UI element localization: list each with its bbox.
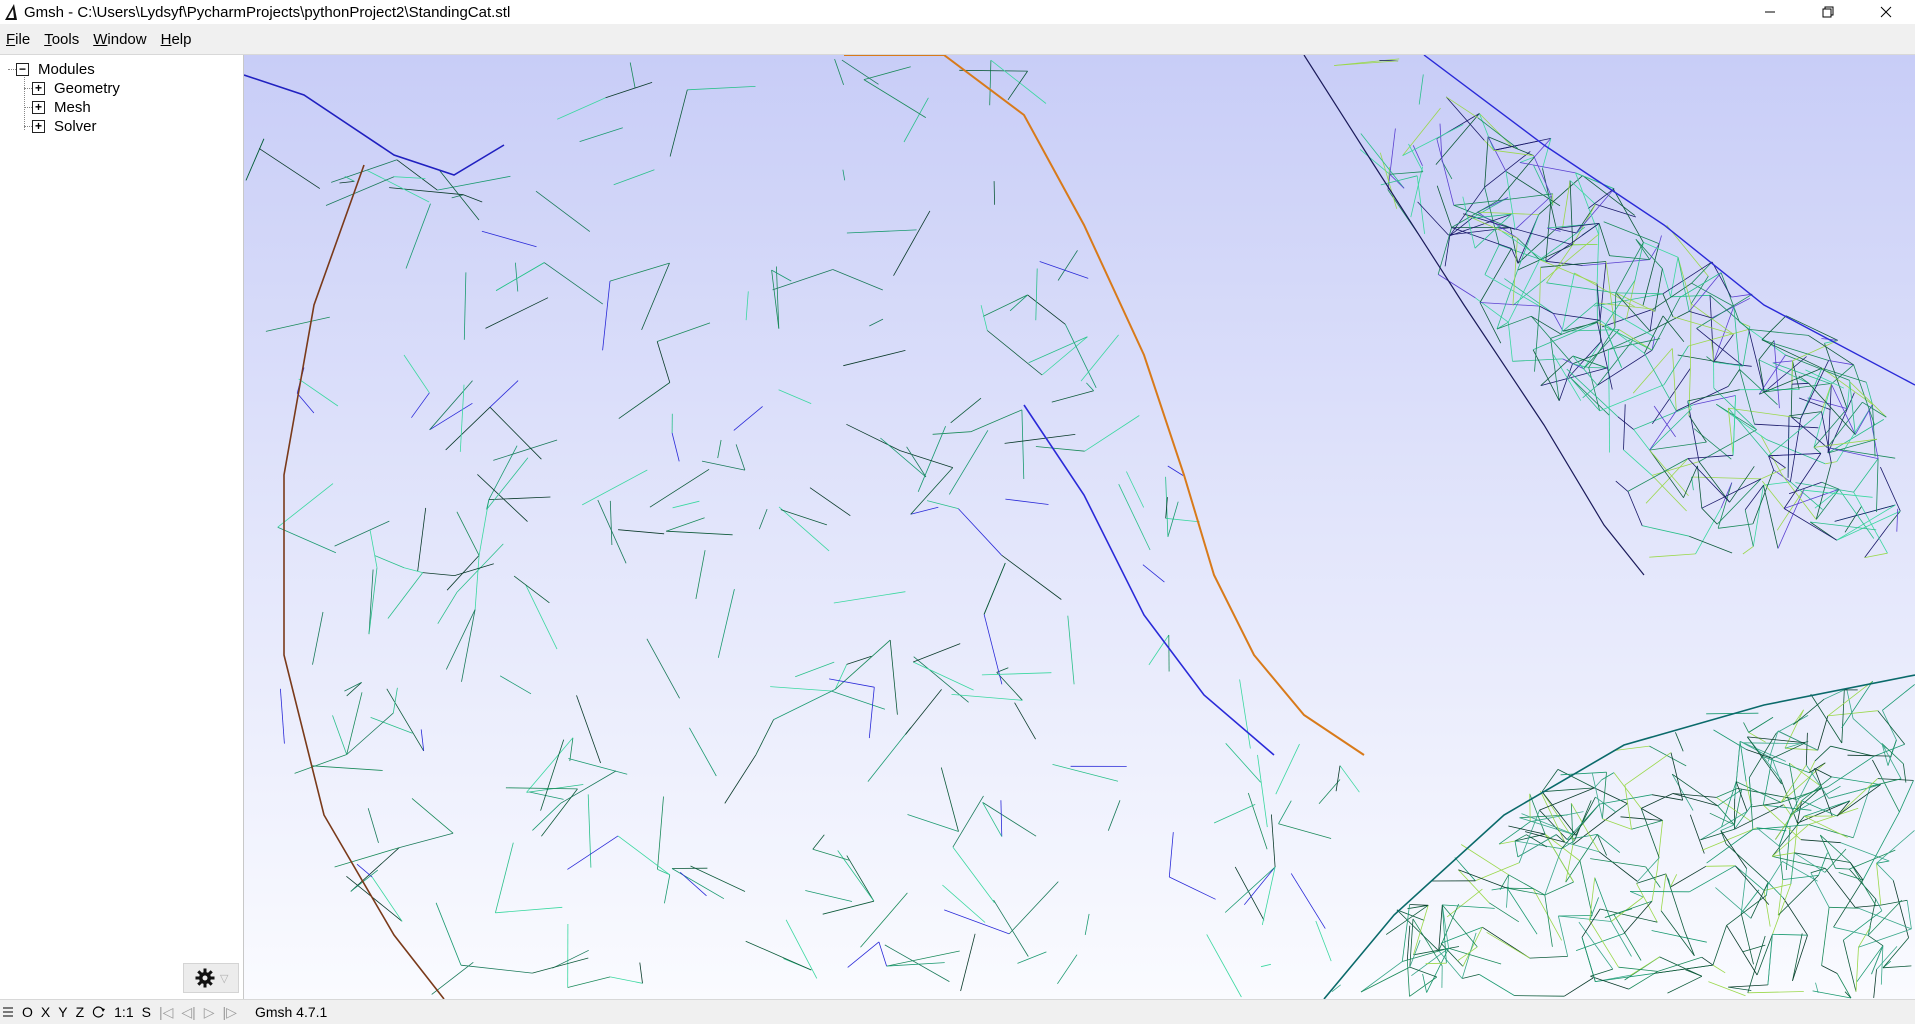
view-y-button[interactable]: Y xyxy=(54,1004,71,1020)
tree-item-label: Solver xyxy=(54,118,97,135)
tree-item-modules[interactable]: − Modules xyxy=(16,60,95,79)
view-origin-button[interactable]: O xyxy=(18,1004,37,1020)
select-button[interactable]: S xyxy=(138,1004,155,1020)
menu-tools[interactable]: Tools xyxy=(38,31,87,48)
rotate-icon[interactable] xyxy=(92,1005,106,1019)
collapse-icon[interactable]: − xyxy=(16,63,29,76)
next-step-icon[interactable]: |▷ xyxy=(219,1004,241,1021)
menu-bar: File Tools Window Help xyxy=(0,24,1915,55)
hamburger-menu-icon[interactable] xyxy=(2,1006,14,1018)
tree-connector xyxy=(24,88,32,89)
expand-icon[interactable]: + xyxy=(32,101,45,114)
tree-item-mesh[interactable]: + Mesh xyxy=(32,98,91,117)
graphics-viewport[interactable] xyxy=(244,55,1915,999)
expand-icon[interactable]: + xyxy=(32,120,45,133)
play-icon[interactable]: ▷ xyxy=(200,1004,219,1021)
prev-step-icon[interactable]: ◁| xyxy=(177,1004,199,1021)
restore-button[interactable] xyxy=(1799,0,1857,24)
mesh-wireframe xyxy=(244,55,1915,999)
minimize-icon xyxy=(1764,6,1776,18)
window-title: Gmsh - C:\Users\Lydsyf\PycharmProjects\p… xyxy=(24,4,510,21)
menu-file[interactable]: File xyxy=(0,31,38,48)
tree-connector xyxy=(8,69,16,70)
expand-icon[interactable]: + xyxy=(32,82,45,95)
settings-button[interactable]: ▽ xyxy=(183,963,239,993)
status-bar: O X Y Z 1:1 S |◁ ◁| ▷ |▷ Gmsh 4.7.1 xyxy=(0,999,1915,1024)
dropdown-arrow-icon: ▽ xyxy=(220,972,228,985)
close-button[interactable] xyxy=(1857,0,1915,24)
view-x-button[interactable]: X xyxy=(37,1004,54,1020)
scale-one-to-one-button[interactable]: 1:1 xyxy=(110,1004,137,1020)
tree-item-label: Mesh xyxy=(54,99,91,116)
first-step-icon[interactable]: |◁ xyxy=(155,1004,177,1021)
menu-help[interactable]: Help xyxy=(155,31,200,48)
menu-window[interactable]: Window xyxy=(87,31,154,48)
window-controls xyxy=(1741,0,1915,24)
tree-item-solver[interactable]: + Solver xyxy=(32,117,97,136)
gmsh-app-icon xyxy=(2,3,20,21)
minimize-button[interactable] xyxy=(1741,0,1799,24)
gear-icon xyxy=(194,967,216,989)
version-label: Gmsh 4.7.1 xyxy=(255,1004,327,1020)
tree-item-label: Geometry xyxy=(54,80,120,97)
module-tree-panel: − Modules + Geometry + Mesh + Solver xyxy=(0,55,244,999)
close-icon xyxy=(1880,6,1892,18)
tree-item-label: Modules xyxy=(38,61,95,78)
tree-connector xyxy=(24,107,32,108)
tree-item-geometry[interactable]: + Geometry xyxy=(32,79,120,98)
view-z-button[interactable]: Z xyxy=(72,1004,89,1020)
tree-connector xyxy=(24,126,32,127)
tree-connector xyxy=(24,77,25,130)
title-bar: Gmsh - C:\Users\Lydsyf\PycharmProjects\p… xyxy=(0,0,1915,24)
restore-icon xyxy=(1822,6,1834,18)
